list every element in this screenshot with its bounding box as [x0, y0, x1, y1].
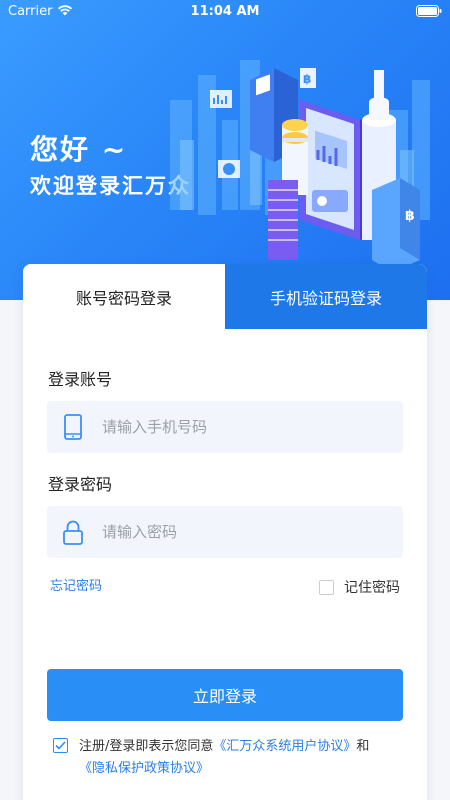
- finance-city-illustration: ฿ ฿: [170, 60, 430, 270]
- forgot-password-link[interactable]: 忘记密码: [50, 575, 102, 594]
- tab-phone-code[interactable]: 手机验证码登录: [225, 264, 427, 329]
- agreement-text: 注册/登录即表示您同意《汇万众系统用户协议》和《隐私保护政策协议》: [79, 736, 409, 780]
- greeting-text: 您好 ~: [30, 133, 128, 166]
- remember-password-toggle[interactable]: 记住密码: [319, 577, 400, 597]
- status-bar: Carrier 11:04 AM: [0, 0, 450, 24]
- privacy-policy-link[interactable]: 《隐私保护政策协议》: [79, 761, 209, 776]
- account-field: [47, 401, 403, 453]
- clock: 11:04 AM: [190, 4, 260, 19]
- login-button[interactable]: 立即登录: [47, 669, 403, 721]
- svg-text:฿: ฿: [405, 208, 415, 224]
- agreement-checkbox[interactable]: [53, 738, 68, 753]
- tab-account-password[interactable]: 账号密码登录: [23, 264, 225, 329]
- check-icon: [55, 741, 66, 750]
- account-input[interactable]: [102, 401, 392, 453]
- user-agreement-link[interactable]: 《汇万众系统用户协议》: [213, 739, 356, 754]
- svg-text:฿: ฿: [303, 72, 311, 86]
- remember-checkbox[interactable]: [319, 579, 334, 595]
- hero-banner: Carrier 11:04 AM 您好 ~ 欢迎登录汇万众 ฿ ฿: [0, 0, 450, 300]
- login-tabs: 账号密码登录 手机验证码登录: [23, 264, 427, 329]
- agreement-prefix: 注册/登录即表示您同意: [79, 739, 214, 754]
- password-label: 登录密码: [48, 475, 113, 494]
- login-card: 账号密码登录 手机验证码登录 登录账号 登录密码 忘记密码 记住密码 立即登录: [23, 264, 427, 800]
- remember-label: 记住密码: [344, 580, 400, 596]
- battery-icon: [416, 5, 442, 21]
- account-label: 登录账号: [48, 370, 113, 389]
- password-field: [47, 506, 403, 558]
- phone-icon: [61, 414, 85, 444]
- agreement-and: 和: [356, 739, 370, 754]
- lock-icon: [61, 519, 85, 549]
- password-input[interactable]: [102, 506, 392, 558]
